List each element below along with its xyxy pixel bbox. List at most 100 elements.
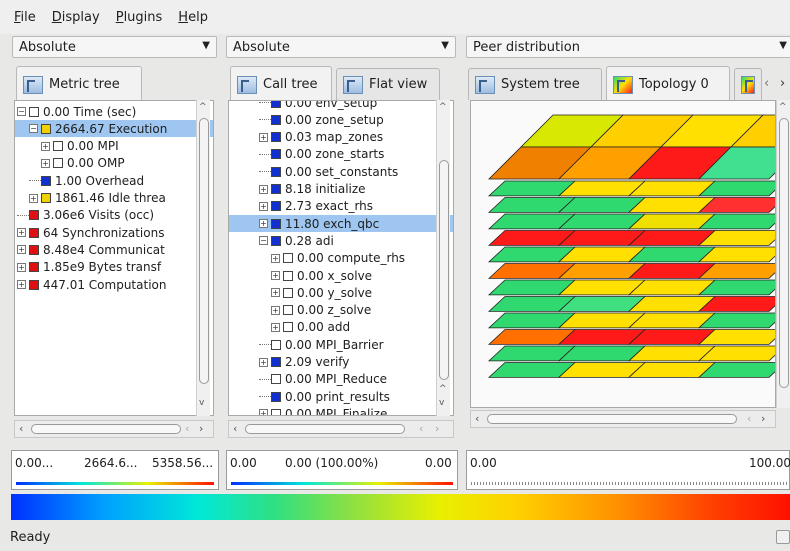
scroll-down-icon[interactable]: v	[199, 398, 204, 408]
expand-icon[interactable]: +	[17, 245, 26, 255]
tree-row[interactable]: − 0.00 Time (sec)	[15, 103, 213, 120]
expand-icon[interactable]: +	[271, 288, 280, 298]
menu-help[interactable]: Help	[178, 10, 208, 25]
tree-connector	[259, 119, 271, 121]
tree-row[interactable]: +0.00 compute_rhs	[229, 250, 453, 267]
tree-row[interactable]: +0.03 map_zones	[229, 129, 453, 146]
scroll-up-icon[interactable]: ^	[199, 102, 207, 112]
expand-icon[interactable]: +	[271, 305, 280, 315]
menu-display[interactable]: Display	[52, 10, 100, 25]
tab-overflow[interactable]	[734, 68, 762, 100]
tree-row[interactable]: +8.18 initialize	[229, 181, 453, 198]
scroll-thumb[interactable]	[199, 118, 209, 384]
tab-call-tree[interactable]: Call tree	[230, 66, 332, 102]
call-tree-hscroll[interactable]: ‹ ‹ ›	[228, 420, 454, 438]
scroll-down-icon[interactable]: v	[439, 398, 444, 408]
menu-file[interactable]: File	[14, 10, 36, 25]
tab-flat-view[interactable]: Flat view	[336, 68, 440, 100]
collapse-icon[interactable]: −	[17, 107, 26, 116]
tree-row[interactable]: 0.00 env_setup	[229, 101, 453, 111]
expand-icon[interactable]: +	[271, 322, 280, 332]
tree-row[interactable]: 0.00 zone_setup	[229, 111, 453, 128]
scroll-thumb[interactable]	[31, 424, 181, 434]
scroll-left-icon[interactable]: ‹	[747, 412, 751, 425]
topology-hscroll[interactable]: ‹ ‹ ›	[470, 410, 776, 428]
scroll-left-icon[interactable]: ‹	[19, 422, 23, 435]
tree-row[interactable]: +1.85e9 Bytes transf	[15, 259, 213, 276]
value-color-icon	[271, 184, 281, 194]
expand-icon[interactable]: +	[17, 280, 26, 289]
expand-icon[interactable]: +	[41, 141, 50, 151]
tree-row[interactable]: 3.06e6 Visits (occ)	[15, 207, 213, 224]
tree-row[interactable]: 0.00 zone_starts	[229, 146, 453, 163]
topology-view[interactable]	[471, 101, 776, 408]
expand-icon[interactable]: +	[17, 262, 26, 272]
tree-row[interactable]: 1.00 Overhead	[15, 172, 213, 189]
expand-icon[interactable]: +	[259, 357, 268, 367]
metric-value-mode-select[interactable]: Absolute ▼	[12, 36, 217, 58]
tab-scroll-left-icon[interactable]: ‹	[764, 76, 769, 91]
topology-vscroll[interactable]: ^	[776, 100, 790, 408]
tree-row[interactable]: − 0.28 adi	[229, 232, 453, 249]
scroll-up-icon[interactable]: ^	[439, 102, 447, 112]
tab-system-tree[interactable]: System tree	[468, 68, 602, 100]
tree-row[interactable]: +11.80 exch_qbc	[229, 215, 453, 233]
scroll-thumb[interactable]	[779, 118, 789, 388]
tree-row[interactable]: 0.00 MPI_Barrier	[229, 336, 453, 353]
tree-row[interactable]: +2.09 verify	[229, 354, 453, 371]
system-value-mode-select[interactable]: Peer distribution ▼	[466, 36, 790, 58]
tree-row[interactable]: +0.00 MPI_Finalize	[229, 405, 453, 415]
scroll-thumb[interactable]	[245, 424, 405, 434]
scroll-left-icon[interactable]: ‹	[475, 412, 479, 425]
scroll-right-icon[interactable]: ›	[199, 422, 203, 435]
scroll-thumb[interactable]	[439, 160, 449, 380]
value-color-icon	[29, 210, 39, 221]
tree-row[interactable]: 0.00 print_results	[229, 388, 453, 405]
tree-row[interactable]: +447.01 Computation	[15, 276, 213, 293]
tree-row[interactable]: +2.73 exact_rhs	[229, 198, 453, 215]
scroll-left-icon[interactable]: ‹	[419, 422, 423, 435]
expand-icon[interactable]: +	[271, 253, 280, 263]
tree-row[interactable]: +0.00 z_solve	[229, 302, 453, 319]
expand-icon[interactable]: +	[259, 132, 268, 142]
tree-row[interactable]: 0.00 set_constants	[229, 163, 453, 180]
tree-row[interactable]: +64 Synchronizations	[15, 224, 213, 241]
menu-plugins[interactable]: Plugins	[116, 10, 163, 25]
tree-row[interactable]: +0.00 MPI	[15, 138, 213, 155]
tree-row[interactable]: +0.00 add	[229, 319, 453, 336]
expand-icon[interactable]: +	[259, 409, 268, 415]
tab-metric-tree[interactable]: Metric tree	[16, 66, 142, 102]
call-value-mode-select[interactable]: Absolute ▼	[226, 36, 456, 58]
collapse-icon[interactable]: −	[259, 236, 268, 246]
scroll-left-icon[interactable]: ‹	[185, 422, 189, 435]
call-tree-vscroll[interactable]: ^ ^ v	[436, 100, 450, 416]
tree-row[interactable]: +0.00 y_solve	[229, 284, 453, 301]
scroll-up-icon[interactable]: ^	[439, 384, 447, 394]
topology-icon	[613, 75, 633, 94]
tree-row[interactable]: 0.00 MPI_Reduce	[229, 371, 453, 388]
metric-tree-hscroll[interactable]: ‹ ‹ ›	[14, 420, 214, 438]
expand-icon[interactable]: +	[41, 158, 50, 168]
tree-row[interactable]: +0.00 OMP	[15, 155, 213, 172]
scroll-left-icon[interactable]: ‹	[233, 422, 237, 435]
expand-icon[interactable]: +	[29, 193, 38, 203]
tab-topology[interactable]: Topology 0	[606, 66, 730, 102]
tree-row[interactable]: − 2664.67 Execution	[15, 120, 213, 138]
tree-row[interactable]: +0.00 x_solve	[229, 267, 453, 284]
metric-tree-vscroll[interactable]: ^ v	[196, 100, 210, 416]
expand-icon[interactable]: +	[259, 201, 268, 211]
tree-row[interactable]: +8.48e4 Communicat	[15, 241, 213, 258]
tree-row[interactable]: +1861.46 Idle threa	[15, 190, 213, 207]
scroll-up-icon[interactable]: ^	[779, 102, 787, 112]
tab-scroll-right-icon[interactable]: ›	[780, 76, 785, 91]
scroll-right-icon[interactable]: ›	[435, 422, 439, 435]
tree-label: 0.00 set_constants	[285, 164, 399, 179]
scroll-right-icon[interactable]: ›	[761, 412, 765, 425]
expand-icon[interactable]: +	[259, 184, 268, 194]
collapse-icon[interactable]: −	[29, 124, 38, 134]
status-text: Ready	[10, 530, 51, 545]
scroll-thumb[interactable]	[487, 414, 737, 424]
expand-icon[interactable]: +	[259, 219, 268, 229]
expand-icon[interactable]: +	[271, 271, 280, 280]
expand-icon[interactable]: +	[17, 228, 26, 238]
